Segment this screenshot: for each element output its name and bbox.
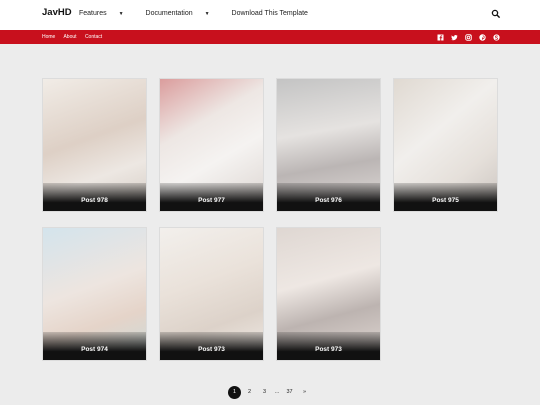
link-about[interactable]: About [63, 34, 76, 40]
facebook-icon[interactable] [437, 34, 444, 41]
link-home[interactable]: Home [42, 34, 55, 40]
top-navbar: JavHD Features ▼ Documentation ▼ Download … [0, 0, 540, 31]
page-1[interactable]: 1 [228, 386, 241, 399]
social-links [437, 32, 507, 41]
post-card[interactable]: Post 977 [159, 78, 264, 212]
nav-documentation-label: Documentation [145, 10, 193, 17]
post-card[interactable]: Post 978 [42, 78, 147, 212]
post-title[interactable]: Post 978 [43, 197, 146, 204]
skype-icon[interactable] [493, 33, 500, 41]
nav-download-template[interactable]: Download This Template [232, 10, 308, 17]
post-card[interactable]: Post 976 [276, 78, 381, 212]
post-title[interactable]: Post 975 [394, 197, 497, 204]
instagram-icon[interactable] [465, 33, 472, 41]
post-title[interactable]: Post 973 [160, 346, 263, 353]
nav-features-label: Features [79, 10, 107, 17]
post-card[interactable]: Post 975 [393, 78, 498, 212]
next-page-button[interactable]: » [298, 386, 311, 399]
link-contact[interactable]: Contact [85, 34, 102, 40]
post-title[interactable]: Post 973 [277, 346, 380, 353]
post-card[interactable]: Post 973 [159, 227, 264, 361]
twitter-icon[interactable] [451, 34, 458, 41]
secondary-navbar: Home About Contact [0, 30, 540, 44]
post-title[interactable]: Post 977 [160, 197, 263, 204]
pagination: 1 2 3 ... 37 » [228, 386, 313, 399]
chevron-down-icon: ▼ [204, 11, 210, 17]
nav-documentation[interactable]: Documentation ▼ [146, 10, 220, 17]
search-icon[interactable] [491, 9, 501, 19]
site-logo[interactable]: JavHD [42, 7, 72, 18]
secondary-nav: Home About Contact [42, 34, 109, 40]
nav-features[interactable]: Features ▼ [79, 10, 134, 17]
post-title[interactable]: Post 974 [43, 346, 146, 353]
page-2[interactable]: 2 [243, 386, 256, 399]
page-ellipsis: ... [274, 389, 280, 395]
chevron-down-icon: ▼ [118, 11, 124, 17]
post-card[interactable]: Post 973 [276, 227, 381, 361]
pinterest-icon[interactable] [479, 33, 486, 41]
main-nav: Features ▼ Documentation ▼ Download This T… [79, 10, 318, 17]
post-title[interactable]: Post 976 [277, 197, 380, 204]
page-3[interactable]: 3 [258, 386, 271, 399]
page-37[interactable]: 37 [283, 386, 296, 399]
post-card[interactable]: Post 974 [42, 227, 147, 361]
